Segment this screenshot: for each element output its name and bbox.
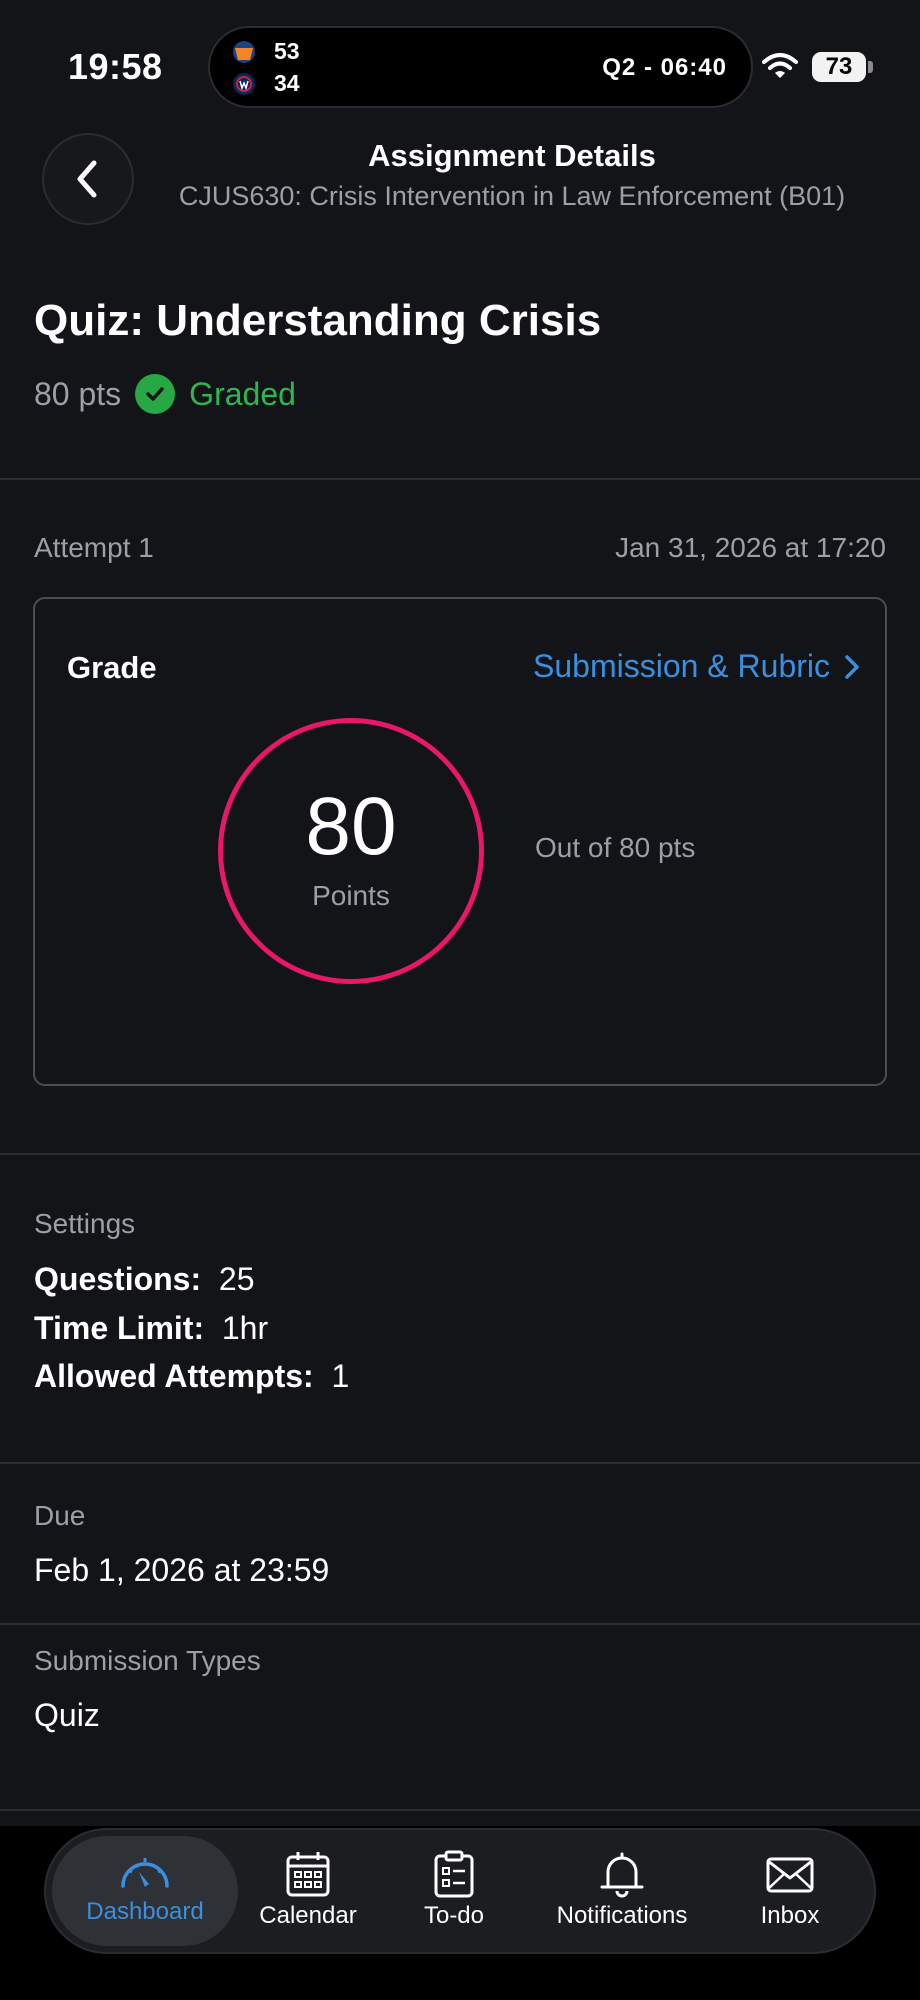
wifi-icon [762,53,798,78]
envelope-icon [766,1857,814,1893]
back-button[interactable] [42,133,134,225]
tab-inbox[interactable]: Inbox [720,1850,860,1930]
allowed-attempts-value: 1 [331,1358,350,1394]
team1-score: 53 [274,38,300,64]
allowed-attempts-row: Allowed Attempts: 1 [34,1358,349,1395]
calendar-icon [286,1852,330,1897]
grade-out-of: Out of 80 pts [535,832,696,863]
due-date: Feb 1, 2026 at 23:59 [34,1552,330,1588]
grade-label: Grade [67,650,157,685]
check-circle-icon [135,374,176,414]
tab-label: To-do [423,1902,485,1929]
due-label: Due [34,1500,86,1531]
battery-nub [868,61,873,73]
tab-dashboard[interactable]: Dashboard [60,1850,230,1926]
divider [0,1809,920,1811]
team1-logo-icon [233,40,255,63]
tab-calendar[interactable]: Calendar [238,1850,378,1930]
team2-logo-icon [233,72,255,95]
divider [0,1462,920,1464]
tab-notifications[interactable]: Notifications [532,1850,712,1930]
team1-row: 53 [232,38,300,65]
team2-row: 34 [232,70,300,97]
assignment-points: 80 pts [34,375,122,412]
submission-rubric-label: Submission & Rubric [533,648,830,684]
tab-label: Inbox [760,1902,820,1929]
divider [0,478,920,480]
tab-label: Calendar [259,1902,357,1929]
tab-todo[interactable]: To-do [384,1850,524,1930]
bell-icon [600,1852,644,1898]
time-limit-value: 1hr [221,1310,269,1346]
graded-status: Graded [189,375,296,412]
game-clock: Q2 - 06:40 [602,54,727,81]
team2-score: 34 [274,70,300,96]
live-activity-pill[interactable]: 53 34 Q2 - 06:40 [208,26,753,108]
status-time: 19:58 [68,46,163,87]
submission-rubric-link[interactable]: Submission & Rubric [533,648,860,685]
page-title: Assignment Details [368,138,656,173]
tab-label: Dashboard [86,1898,204,1925]
dashboard-icon [121,1858,169,1888]
divider [0,1623,920,1625]
battery-indicator: 73 [812,52,866,82]
time-limit-row: Time Limit: 1hr [34,1310,268,1347]
time-limit-label: Time Limit: [34,1310,205,1346]
chevron-left-icon [77,160,97,198]
attempt-date: Jan 31, 2026 at 17:20 [615,532,886,563]
allowed-attempts-label: Allowed Attempts: [34,1358,314,1394]
questions-value: 25 [218,1261,255,1297]
attempt-label: Attempt 1 [34,532,154,563]
divider [0,1153,920,1155]
assignment-title: Quiz: Understanding Crisis [34,296,602,345]
grade-score: 80 [305,781,397,872]
assignment-meta: 80 pts Graded [34,374,296,414]
course-subtitle: CJUS630: Crisis Intervention in Law Enfo… [178,181,846,211]
chevron-right-icon [845,654,859,679]
submission-types-label: Submission Types [34,1645,261,1676]
submission-types-value: Quiz [34,1697,100,1733]
questions-label: Questions: [34,1261,202,1297]
tab-label: Notifications [556,1902,688,1929]
grade-score-unit: Points [312,880,390,911]
questions-row: Questions: 25 [34,1261,255,1298]
settings-label: Settings [34,1208,136,1239]
clipboard-icon [434,1850,474,1898]
